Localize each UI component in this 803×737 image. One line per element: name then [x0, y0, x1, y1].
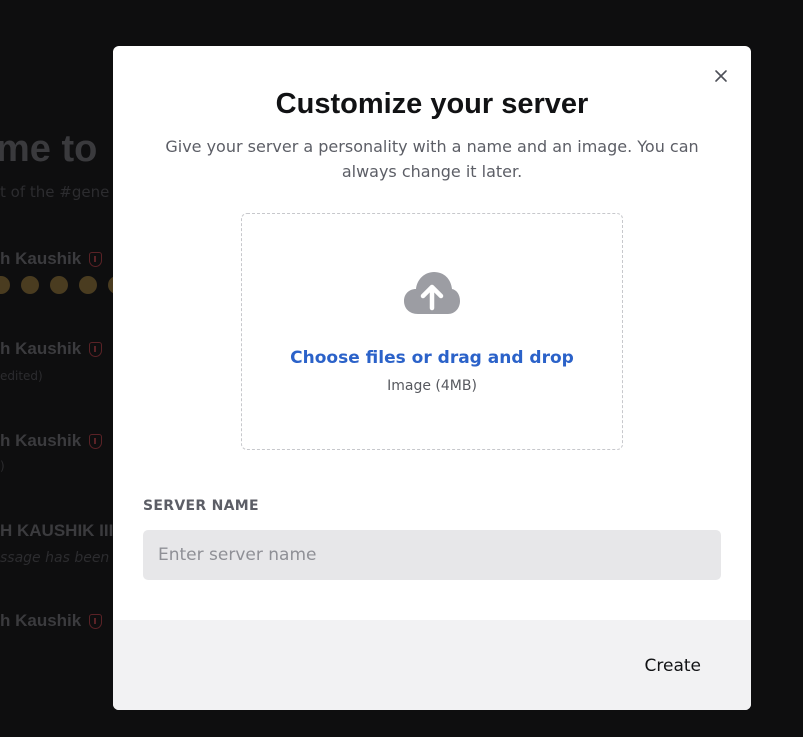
message-author: h Kaushik [0, 431, 103, 451]
emoji-row [0, 276, 126, 294]
emoji-icon [79, 276, 97, 294]
create-button[interactable]: Create [625, 648, 722, 684]
message-author: h Kaushik [0, 611, 103, 631]
welcome-heading: me to [0, 128, 98, 170]
modal-footer: Create [113, 620, 751, 710]
emoji-icon [50, 276, 68, 294]
message-text: ssage has been d [0, 550, 123, 566]
message-author: h Kaushik [0, 249, 103, 269]
choose-files-link[interactable]: Choose files or drag and drop [242, 348, 622, 368]
server-name-input[interactable] [143, 530, 721, 580]
shield-icon [89, 613, 103, 629]
shield-icon [89, 341, 103, 357]
modal-title: Customize your server [275, 88, 589, 120]
emoji-icon [21, 276, 39, 294]
emoji-icon [0, 276, 10, 294]
upload-size-hint: Image (4MB) [387, 378, 477, 394]
message-text: ) [0, 459, 5, 473]
customize-server-modal: Customize your server Give your server a… [113, 46, 751, 710]
image-upload-dropzone[interactable]: Choose files or drag and drop Image (4MB… [241, 213, 623, 450]
cloud-upload-icon [404, 272, 460, 314]
close-button[interactable] [711, 66, 731, 86]
modal-description: Give your server a personality with a na… [165, 137, 699, 181]
shield-icon [89, 251, 103, 267]
message-text: edited) [0, 369, 43, 383]
server-name-label: SERVER NAME [143, 498, 259, 514]
shield-icon [89, 433, 103, 449]
welcome-subtitle: t of the #gene [0, 183, 110, 201]
message-author: H KAUSHIK III [0, 521, 114, 540]
close-icon [715, 70, 727, 82]
message-author: h Kaushik [0, 339, 103, 359]
